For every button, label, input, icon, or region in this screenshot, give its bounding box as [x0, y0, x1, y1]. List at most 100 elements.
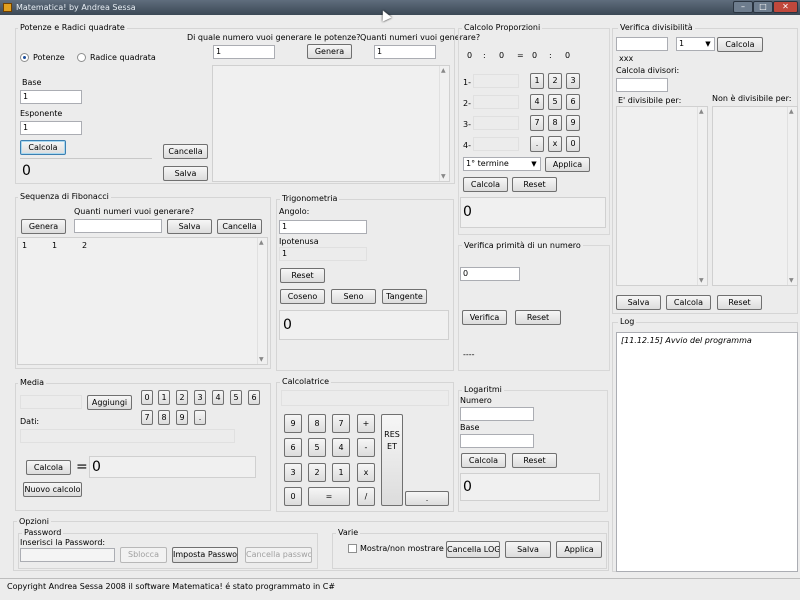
calc-key-1[interactable]: 1 [332, 463, 350, 482]
calc-key-plus[interactable]: + [357, 414, 375, 433]
mostra-ora-checkbox[interactable] [348, 544, 357, 553]
opzioni-salva-button[interactable]: Salva [505, 541, 551, 558]
media-key-2[interactable]: 2 [176, 390, 188, 405]
media-key-8[interactable]: 8 [158, 410, 170, 425]
media-input[interactable] [20, 395, 82, 409]
proporzioni-key-3[interactable]: 3 [566, 73, 580, 89]
proporzioni-applica-button[interactable]: Applica [545, 157, 590, 172]
cancella-log-button[interactable]: Cancella LOG [446, 541, 500, 558]
divisibilita-number-input[interactable] [616, 37, 668, 51]
angolo-input[interactable]: 1 [279, 220, 367, 234]
calc-key-dot[interactable]: . [405, 491, 449, 506]
proporzioni-key-0[interactable]: 0 [566, 136, 580, 152]
media-key-3[interactable]: 3 [194, 390, 206, 405]
proporzioni-key-5[interactable]: 5 [548, 94, 562, 110]
divisori-input[interactable] [616, 78, 668, 92]
maximize-button[interactable]: □ [753, 1, 773, 13]
calc-key-equals[interactable]: = [308, 487, 350, 506]
calc-key-0[interactable]: 0 [284, 487, 302, 506]
media-key-4[interactable]: 4 [212, 390, 224, 405]
potenze-count-input[interactable]: 1 [374, 45, 436, 59]
proporzioni-key-8[interactable]: 8 [548, 115, 562, 131]
logaritmi-calcola-button[interactable]: Calcola [461, 453, 506, 468]
fibonacci-genera-button[interactable]: Genera [21, 219, 66, 234]
sblocca-button[interactable]: Sblocca [120, 547, 167, 563]
divisibilita-calcola2-button[interactable]: Calcola [666, 295, 711, 310]
divisibilita-select[interactable]: 1 ▼ [676, 37, 715, 51]
calc-key-9[interactable]: 9 [284, 414, 302, 433]
potenze-results-list[interactable] [212, 65, 450, 182]
divisibilita-calcola-button[interactable]: Calcola [717, 37, 763, 52]
primo-reset-button[interactable]: Reset [515, 310, 561, 325]
coseno-button[interactable]: Coseno [280, 289, 325, 304]
logaritmi-numero-input[interactable] [460, 407, 534, 421]
fibonacci-count-input[interactable] [74, 219, 162, 233]
calc-key-8[interactable]: 8 [308, 414, 326, 433]
calc-key-2[interactable]: 2 [308, 463, 326, 482]
potenze-radio[interactable] [20, 53, 29, 62]
media-key-0[interactable]: 0 [141, 390, 153, 405]
proporzioni-calcola-button[interactable]: Calcola [463, 177, 508, 192]
cancella-password-button[interactable]: Cancella password [245, 547, 312, 563]
title-bar[interactable]: Matematica! by Andrea Sessa [0, 0, 800, 15]
proporzioni-key-x[interactable]: x [548, 136, 562, 152]
proporzioni-key-6[interactable]: 6 [566, 94, 580, 110]
media-key-dot[interactable]: . [194, 410, 206, 425]
media-aggiungi-button[interactable]: Aggiungi [87, 395, 132, 410]
divisibilita-salva-button[interactable]: Salva [616, 295, 661, 310]
base-input[interactable]: 1 [20, 90, 82, 104]
proporzioni-reset-button[interactable]: Reset [512, 177, 557, 192]
divisibilita-reset-button[interactable]: Reset [717, 295, 762, 310]
proporzioni-key-7[interactable]: 7 [530, 115, 544, 131]
proporzioni-key-9[interactable]: 9 [566, 115, 580, 131]
media-nuovo-button[interactable]: Nuovo calcolo [23, 482, 82, 497]
calc-key-5[interactable]: 5 [308, 438, 326, 457]
media-key-5[interactable]: 5 [230, 390, 242, 405]
fibonacci-results-list[interactable]: 1 1 2 [17, 237, 268, 365]
media-key-6[interactable]: 6 [248, 390, 260, 405]
calc-key-multiply[interactable]: x [357, 463, 375, 482]
potenze-cancella-button[interactable]: Cancella [163, 144, 208, 159]
proporzioni-termine-select[interactable]: 1° termine ▼ [463, 157, 541, 171]
calc-key-7[interactable]: 7 [332, 414, 350, 433]
fibonacci-salva-button[interactable]: Salva [167, 219, 212, 234]
potenze-salva-button[interactable]: Salva [163, 166, 208, 181]
seno-button[interactable]: Seno [331, 289, 376, 304]
media-calcola-button[interactable]: Calcola [26, 460, 71, 475]
proporzioni-key-dot[interactable]: . [530, 136, 544, 152]
proporzioni-key-2[interactable]: 2 [548, 73, 562, 89]
logaritmi-base-input[interactable] [460, 434, 534, 448]
log-list[interactable]: [11.12.15] Avvio del programma [616, 332, 798, 572]
proporzioni-row3-field[interactable] [473, 116, 519, 130]
divisibile-list[interactable] [616, 106, 708, 286]
close-button[interactable]: ✕ [773, 1, 798, 13]
non-divisibile-list-scrollbar[interactable] [787, 107, 797, 285]
proporzioni-row2-field[interactable] [473, 95, 519, 109]
calc-key-6[interactable]: 6 [284, 438, 302, 457]
logaritmi-reset-button[interactable]: Reset [512, 453, 557, 468]
proporzioni-row1-field[interactable] [473, 74, 519, 88]
minimize-button[interactable]: – [733, 1, 753, 13]
calc-key-3[interactable]: 3 [284, 463, 302, 482]
calc-key-4[interactable]: 4 [332, 438, 350, 457]
media-key-1[interactable]: 1 [158, 390, 170, 405]
proporzioni-row4-field[interactable] [473, 137, 519, 151]
potenze-from-input[interactable]: 1 [213, 45, 275, 59]
calc-key-divide[interactable]: / [357, 487, 375, 506]
imposta-password-button[interactable]: Imposta Password [172, 547, 238, 563]
calc-key-minus[interactable]: - [357, 438, 375, 457]
radice-radio[interactable] [77, 53, 86, 62]
opzioni-applica-button[interactable]: Applica [556, 541, 602, 558]
media-key-9[interactable]: 9 [176, 410, 188, 425]
fibonacci-cancella-button[interactable]: Cancella [217, 219, 262, 234]
divisibile-list-scrollbar[interactable] [697, 107, 707, 285]
tangente-button[interactable]: Tangente [382, 289, 427, 304]
proporzioni-key-1[interactable]: 1 [530, 73, 544, 89]
primo-verifica-button[interactable]: Verifica [462, 310, 507, 325]
potenze-list-scrollbar[interactable] [439, 66, 449, 181]
calc-reset-button[interactable]: RESET [381, 414, 403, 506]
esponente-input[interactable]: 1 [20, 121, 82, 135]
ipotenusa-field[interactable]: 1 [279, 247, 367, 261]
non-divisibile-list[interactable] [712, 106, 798, 286]
potenze-genera-button[interactable]: Genera [307, 44, 352, 59]
